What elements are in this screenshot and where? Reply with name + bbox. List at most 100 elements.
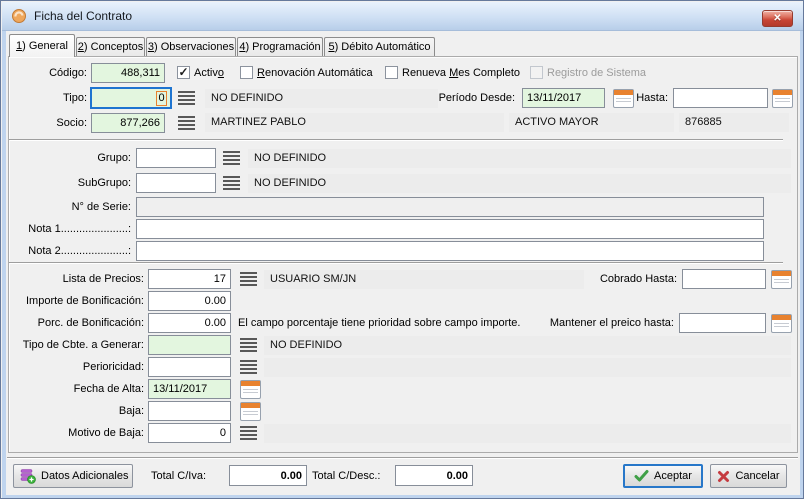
motivo-baja-input[interactable] [148, 423, 231, 443]
porcentaje-hint-text: El campo porcentaje tiene prioridad sobr… [238, 313, 520, 333]
separator [7, 457, 798, 459]
tipo-cbte-label: Tipo de Cbte. a Generar: [9, 335, 144, 355]
datos-adicionales-label: Datos Adicionales [41, 470, 128, 482]
subgrupo-label: SubGrupo: [16, 173, 131, 193]
app-icon [11, 8, 27, 24]
socio-categoria: ACTIVO MAYOR [509, 113, 674, 132]
mantener-precio-input[interactable] [679, 313, 766, 333]
tab-label: ) Observaciones [154, 41, 234, 53]
renovacion-automatica-checkbox[interactable] [240, 66, 253, 79]
socio-label: Socio: [21, 113, 87, 133]
numero-serie-label: N° de Serie: [16, 197, 131, 217]
importe-bonificacion-label: Importe de Bonificación: [9, 291, 144, 311]
fecha-alta-calendar-icon[interactable] [240, 380, 261, 399]
cobrado-hasta-calendar-icon[interactable] [771, 270, 792, 289]
cobrado-hasta-label: Cobrado Hasta: [561, 269, 677, 289]
separator [9, 262, 783, 264]
check-icon: ✓ [178, 67, 188, 77]
tab-debito-automatico[interactable]: 5) Débito Automático [324, 37, 435, 56]
tab-conceptos[interactable]: 2) Conceptos [76, 37, 145, 56]
perioricidad-input[interactable] [148, 357, 231, 377]
grupo-label: Grupo: [16, 148, 131, 168]
codigo-input[interactable] [91, 63, 165, 83]
tipo-lookup-menu-icon[interactable] [178, 91, 195, 105]
periodo-desde-input[interactable] [522, 88, 605, 108]
baja-calendar-icon[interactable] [240, 402, 261, 421]
lista-precios-descripcion: USUARIO SM/JN [264, 270, 584, 289]
lista-precios-lookup-menu-icon[interactable] [240, 272, 257, 286]
tab-programacion[interactable]: 4) Programación [237, 37, 323, 56]
renueva-mes-completo-checkbox-label[interactable]: Renueva Mes Completo [402, 63, 520, 83]
close-button[interactable]: ✕ [762, 10, 793, 27]
tab-label: ) Conceptos [84, 41, 143, 53]
separator [9, 139, 783, 141]
tab-general[interactable]: 1) General [9, 34, 75, 57]
x-icon [717, 470, 730, 483]
window-frame-bottom [2, 495, 804, 499]
grupo-descripcion: NO DEFINIDO [248, 149, 791, 168]
perioricidad-descripcion [264, 358, 791, 377]
socio-numero: 876885 [679, 113, 789, 132]
tipo-cbte-lookup-menu-icon[interactable] [240, 338, 257, 352]
socio-nombre: MARTINEZ PABLO [205, 113, 504, 132]
total-desc-input[interactable] [395, 465, 473, 486]
check-icon [634, 469, 649, 483]
grupo-lookup-menu-icon[interactable] [223, 151, 240, 165]
lista-precios-input[interactable] [148, 269, 231, 289]
motivo-baja-label: Motivo de Baja: [9, 423, 144, 443]
porc-bonificacion-input[interactable] [148, 313, 231, 333]
nota2-label: Nota 2......................: [16, 241, 131, 261]
hasta-input[interactable] [673, 88, 768, 108]
total-iva-input[interactable] [229, 465, 307, 486]
aceptar-button[interactable]: Aceptar [623, 464, 703, 488]
tipo-label: Tipo: [21, 88, 87, 108]
perioricidad-lookup-menu-icon[interactable] [240, 360, 257, 374]
total-iva-label: Total C/Iva: [151, 466, 206, 486]
importe-bonificacion-input[interactable] [148, 291, 231, 311]
numero-serie-input[interactable] [136, 197, 764, 217]
hasta-label: Hasta: [626, 88, 668, 108]
mantener-precio-label: Mantener el preico hasta: [491, 313, 674, 333]
motivo-baja-descripcion [264, 424, 791, 443]
socio-lookup-menu-icon[interactable] [178, 116, 195, 130]
socio-input[interactable] [91, 113, 165, 133]
database-add-icon [20, 468, 36, 484]
subgrupo-descripcion: NO DEFINIDO [248, 174, 791, 193]
nota2-input[interactable] [136, 241, 764, 261]
tipo-input[interactable]: 0 [90, 87, 172, 109]
activo-checkbox-label[interactable]: Activo [194, 63, 224, 83]
fecha-alta-input[interactable] [148, 379, 231, 399]
grupo-input[interactable] [136, 148, 216, 168]
nota1-label: Nota 1......................: [16, 219, 131, 239]
cancelar-label: Cancelar [735, 470, 779, 482]
codigo-label: Código: [21, 63, 87, 83]
ficha-del-contrato-window: Ficha del Contrato ✕ 1) General 2) Conce… [0, 0, 804, 499]
tab-observaciones[interactable]: 3) Observaciones [146, 37, 236, 56]
tab-label: ) General [22, 40, 68, 52]
window-frame-right [800, 31, 804, 495]
renovacion-automatica-checkbox-label[interactable]: Renovación Automática [257, 63, 373, 83]
aceptar-label: Aceptar [654, 470, 692, 482]
close-icon: ✕ [773, 13, 781, 24]
porc-bonificacion-label: Porc. de Bonificación: [9, 313, 144, 333]
lista-precios-label: Lista de Precios: [9, 269, 144, 289]
motivo-baja-lookup-menu-icon[interactable] [240, 426, 257, 440]
nota1-input[interactable] [136, 219, 764, 239]
tab-label: ) Programación [245, 41, 320, 53]
baja-input[interactable] [148, 401, 231, 421]
tipo-descripcion: NO DEFINIDO [205, 89, 438, 108]
mantener-precio-calendar-icon[interactable] [771, 314, 792, 333]
baja-label: Baja: [9, 401, 144, 421]
datos-adicionales-button[interactable]: Datos Adicionales [13, 464, 133, 488]
cobrado-hasta-input[interactable] [682, 269, 766, 289]
tab-label: ) Débito Automático [335, 41, 431, 53]
subgrupo-lookup-menu-icon[interactable] [223, 176, 240, 190]
cancelar-button[interactable]: Cancelar [710, 464, 787, 488]
tipo-cbte-input[interactable] [148, 335, 231, 355]
window-frame-left [2, 31, 6, 495]
perioricidad-label: Perioricidad: [9, 357, 144, 377]
hasta-calendar-icon[interactable] [772, 89, 793, 108]
renueva-mes-completo-checkbox[interactable] [385, 66, 398, 79]
subgrupo-input[interactable] [136, 173, 216, 193]
activo-checkbox[interactable]: ✓ [177, 66, 190, 79]
